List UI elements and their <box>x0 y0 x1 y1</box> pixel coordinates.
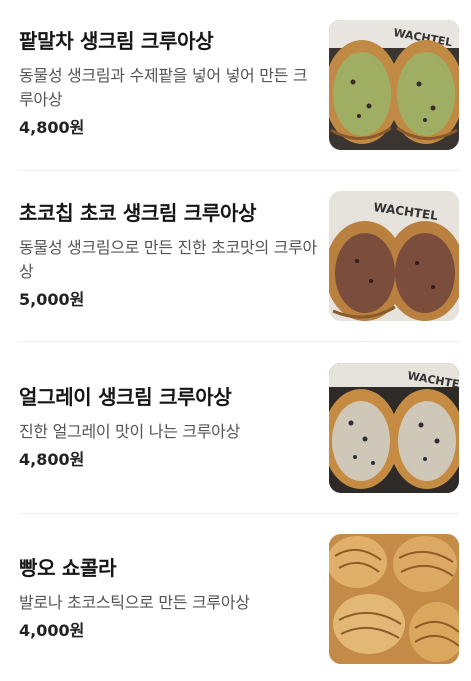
menu-item-name: 빵오 쇼콜라 <box>19 556 117 580</box>
menu-item-description: 발로나 초코스틱으로 만든 크루아상 <box>19 593 250 612</box>
menu-item-photo: WACHTEL <box>329 20 459 150</box>
menu-item-chocolate-croissant[interactable]: 초코칩 초코 생크림 크루아상 동물성 생크림으로 만든 진한 초코맛의 크루아… <box>0 171 471 341</box>
menu-item-text: 팥말차 생크림 크루아상 동물성 생크림과 수제팥을 넣어 넣어 만든 크루아상… <box>19 28 319 139</box>
menu-item-price: 5,000원 <box>19 290 85 309</box>
menu-item-description: 동물성 생크림으로 만든 진한 초코맛의 크루아상 <box>19 238 317 281</box>
menu-item-description: 동물성 생크림과 수제팥을 넣어 넣어 만든 크루아상 <box>19 66 308 109</box>
menu-item-price: 4,000원 <box>19 621 85 640</box>
menu-item-earl-grey-croissant[interactable]: 얼그레이 생크림 크루아상 진한 얼그레이 맛이 나는 크루아상 4,800원 … <box>0 342 471 512</box>
pain-au-chocolat-photo-icon <box>329 534 459 664</box>
menu-item-name: 팥말차 생크림 크루아상 <box>19 29 214 53</box>
menu-item-pain-au-chocolat[interactable]: 빵오 쇼콜라 발로나 초코스틱으로 만든 크루아상 4,000원 <box>0 514 471 681</box>
menu-item-matcha-croissant[interactable]: 팥말차 생크림 크루아상 동물성 생크림과 수제팥을 넣어 넣어 만든 크루아상… <box>0 0 471 170</box>
menu-item-name: 얼그레이 생크림 크루아상 <box>19 385 232 409</box>
matcha-croissant-photo-icon: WACHTEL <box>329 20 459 150</box>
chocolate-croissant-photo-icon: WACHTEL <box>329 191 459 321</box>
menu-item-price: 4,800원 <box>19 450 85 469</box>
menu-item-photo: WACHTEL <box>329 363 459 493</box>
menu-item-photo: WACHTEL <box>329 191 459 321</box>
menu-item-description: 진한 얼그레이 맛이 나는 크루아상 <box>19 422 241 441</box>
menu-item-name: 초코칩 초코 생크림 크루아상 <box>19 201 257 225</box>
menu-item-photo <box>329 534 459 664</box>
menu-item-price: 4,800원 <box>19 118 85 137</box>
earl-grey-croissant-photo-icon: WACHTEL <box>329 363 459 493</box>
menu-item-text: 얼그레이 생크림 크루아상 진한 얼그레이 맛이 나는 크루아상 4,800원 <box>19 384 319 471</box>
menu-item-text: 초코칩 초코 생크림 크루아상 동물성 생크림으로 만든 진한 초코맛의 크루아… <box>19 200 319 311</box>
menu-item-text: 빵오 쇼콜라 발로나 초코스틱으로 만든 크루아상 4,000원 <box>19 555 319 642</box>
menu-list: 팥말차 생크림 크루아상 동물성 생크림과 수제팥을 넣어 넣어 만든 크루아상… <box>0 0 471 681</box>
